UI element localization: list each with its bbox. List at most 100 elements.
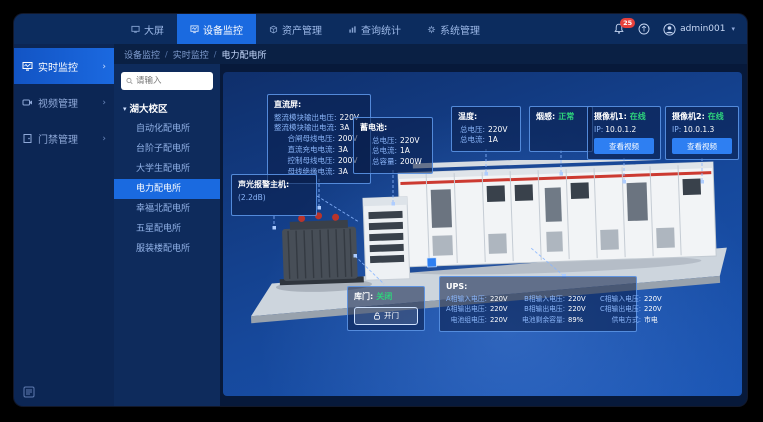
station-tree-panel: 湖大校区 自动化配电所 台阶子配电所 大学生配电所 电力配电所 幸福北配电所 五… [114,64,220,406]
nav-label: 大屏 [144,22,164,37]
panel-title: 蓄电池: [360,122,426,134]
collapse-menu-icon [23,386,35,398]
metric-label: 整流模块输出电压: [274,113,337,124]
sidebar-item-access-control[interactable]: 门禁管理 [14,120,114,156]
metric-label: 整流模块输出电流: [274,123,337,134]
sidebar-item-realtime-monitor[interactable]: 实时监控 [14,48,114,84]
fullscreen-icon [638,23,650,35]
tree-item[interactable]: 五星配电所 [121,219,213,239]
notifications-button[interactable]: 25 [613,23,625,35]
metric-label: A相输入电压: [446,295,487,305]
nav-item-device-monitor[interactable]: 设备监控 [177,14,256,44]
metric-label: 合闸母线电压: [274,134,335,145]
smoke-sensor-panel: 烟感:正常 [529,106,593,152]
statistics-chart-icon [348,25,357,34]
sidebar-item-video-management[interactable]: 视频管理 [14,84,114,120]
metric-label: C相输入电压: [600,295,641,305]
view-video-button[interactable]: 查看视频 [672,138,732,154]
monitor-icon [22,61,33,72]
chevron-down-icon [729,24,735,34]
sidebar-item-label: 门禁管理 [38,131,78,146]
notification-badge: 25 [620,18,635,28]
metric-value: 220V [490,316,512,326]
metric-label: 供电方式: [600,316,641,326]
nav-item-query-statistics[interactable]: 查询统计 [335,14,414,44]
panel-title: 温度: [458,111,514,123]
video-camera-icon [22,97,33,108]
metric-label: B相输入电压: [522,295,565,305]
nav-label: 系统管理 [440,22,480,37]
door-panel: 库门:关闭 开门 [347,286,425,331]
metric-label: 总电压: [458,125,485,136]
username: admin001 [680,24,725,34]
breadcrumb-level1[interactable]: 设备监控 [124,48,160,61]
battery-panel: 蓄电池: 总电压:220V 总电流:1A 总容量:200W [353,117,433,174]
sidebar-item-label: 实时监控 [38,59,78,74]
camera2-label: 摄像机2: [672,112,705,121]
search-input[interactable] [136,76,208,86]
metric-label: 总电流: [360,146,397,157]
alarm-host-panel: 声光报警主机: (2.2dB) [231,174,317,216]
big-screen-icon [131,25,140,34]
door-label: 库门: [354,292,373,301]
camera2-status: 在线 [708,112,724,121]
fullscreen-button[interactable] [638,20,650,39]
nav-item-dashboard[interactable]: 大屏 [118,14,177,44]
tree-root-label: 湖大校区 [130,101,168,115]
tree-item[interactable]: 服装楼配电所 [121,239,213,259]
metric-value: 220V [490,295,512,305]
metric-label: 电池剩余容量: [522,316,565,326]
asset-box-icon [269,25,278,34]
metric-value: 市电 [644,316,666,326]
door-status: 关闭 [376,292,392,301]
tree-item[interactable]: 自动化配电所 [121,119,213,139]
ups-panel: UPS: A相输入电压:220V B相输入电压:220V C相输入电压:220V… [439,276,637,332]
nav-label: 设备监控 [203,22,243,37]
metric-label: C相输出电压: [600,305,641,315]
gear-icon [427,25,436,34]
open-door-label: 开门 [384,310,399,321]
metric-label: 电池组电压: [446,316,487,326]
screen-frame: 大屏 设备监控 资产管理 查询统计 系统管理 [0,0,763,422]
sidebar-collapse-button[interactable] [23,386,35,398]
nav-item-system-management[interactable]: 系统管理 [414,14,493,44]
topbar-actions: 25 admin001 [613,14,735,44]
ip-label: IP: [672,125,681,134]
panel-title: UPS: [446,281,630,293]
metric-label: 控制母线电压: [274,156,335,167]
camera2-panel: 摄像机2:在线 IP:10.0.1.3 查看视频 [665,106,739,160]
open-door-button[interactable]: 开门 [354,307,418,325]
metric-value: 1A [488,135,514,146]
breadcrumb-level2[interactable]: 实时监控 [173,48,209,61]
metric-value: 220V [644,305,666,315]
breadcrumb-current: 电力配电所 [221,48,266,61]
panel-title: 摄像机2:在线 [672,111,732,123]
panel-title: 声光报警主机: [238,179,310,191]
sidebar: 实时监控 视频管理 门禁管理 [14,44,114,406]
tree-item-selected[interactable]: 电力配电所 [114,179,220,199]
nav-item-asset-management[interactable]: 资产管理 [256,14,335,44]
tree-item[interactable]: 大学生配电所 [121,159,213,179]
camera1-status: 在线 [630,112,646,121]
metric-label: B相输出电压: [522,305,565,315]
tree-item[interactable]: 台阶子配电所 [121,139,213,159]
unlock-icon [373,312,381,320]
camera1-panel: 摄像机1:在线 IP:10.0.1.2 查看视频 [587,106,661,160]
metric-value: 200W [400,157,426,168]
ip-value: 10.0.1.2 [605,125,636,134]
camera1-label: 摄像机1: [594,112,627,121]
tree-item[interactable]: 幸福北配电所 [121,199,213,219]
metric-value: 220V [644,295,666,305]
tree-root-node[interactable]: 湖大校区 [123,101,213,115]
chevron-right-icon [102,97,106,108]
metric-label: 总电压: [360,136,397,147]
ip-label: IP: [594,125,603,134]
room-3d-viewport: 直流屏: 整流模块输出电压:220V 整流模块输出电流:3A 合闸母线电压:20… [223,72,742,396]
sidebar-item-label: 视频管理 [38,95,78,110]
top-nav-bar: 大屏 设备监控 资产管理 查询统计 系统管理 [14,14,747,44]
metric-value: 220V [568,295,590,305]
metric-value: 1A [400,146,426,157]
metric-value: 89% [568,316,590,326]
user-menu[interactable]: admin001 [663,23,735,36]
view-video-button[interactable]: 查看视频 [594,138,654,154]
